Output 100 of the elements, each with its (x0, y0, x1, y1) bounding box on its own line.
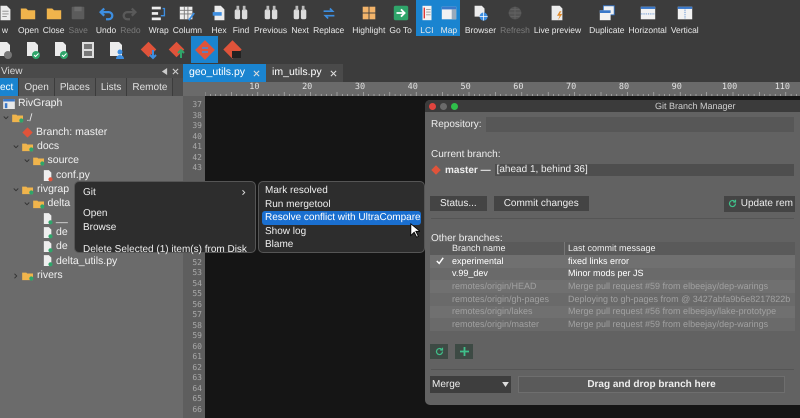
submenu-item[interactable]: Git (79, 185, 251, 199)
toolbar-button[interactable]: Column (170, 0, 204, 36)
toolbar-button[interactable]: Replace (311, 0, 346, 36)
menu-item[interactable]: Show log (262, 224, 421, 238)
ruler-number: 80 (618, 82, 630, 93)
menu-item[interactable]: Run mergetool (262, 198, 421, 211)
update-button[interactable]: Update rem (724, 196, 795, 212)
arrow-right-icon (392, 4, 410, 22)
add-button[interactable] (455, 344, 473, 360)
line-number: 53 (191, 268, 202, 278)
chevron-right-icon[interactable] (13, 272, 19, 279)
panel-tab[interactable]: Open (19, 78, 55, 96)
pin-icon[interactable] (161, 68, 168, 74)
git-branch-icon (22, 127, 33, 138)
toolbar-button[interactable]: Duplicate (587, 0, 627, 36)
toolbar-button[interactable]: LCI (416, 0, 438, 36)
panel-tab[interactable]: Lists (96, 78, 128, 96)
project-icon (3, 99, 15, 110)
chevron-down-icon[interactable] (24, 201, 30, 208)
toolbar-button[interactable]: Close (40, 0, 67, 36)
close-icon[interactable] (330, 70, 337, 76)
toolbar-button[interactable]: Next (289, 0, 312, 36)
tree-item[interactable]: delta (48, 196, 70, 212)
line-number: 40 (191, 132, 202, 142)
line-number: 66 (191, 404, 202, 415)
git-icon (138, 40, 158, 60)
close-icon[interactable] (253, 70, 260, 76)
tree-item[interactable]: source (48, 153, 80, 170)
tree-item[interactable]: rivers (37, 268, 63, 284)
toolbar-button[interactable]: Open (16, 0, 41, 36)
close-window-button[interactable] (429, 102, 436, 110)
tree-item[interactable]: RivGraph (18, 96, 62, 112)
menu-item[interactable]: Resolve conflict with UltraCompare (262, 211, 421, 224)
table-cell-text: v.99_dev (451, 267, 489, 280)
ruler-number: 30 (354, 82, 366, 93)
toolbar-button[interactable]: Live preview (532, 0, 584, 36)
tree-item[interactable]: rivgrap (37, 182, 70, 198)
line-number: 43 (191, 163, 202, 174)
tree-item[interactable]: __ (56, 210, 68, 226)
line-number: 42 (191, 152, 202, 163)
window-icon (638, 4, 657, 22)
column-header[interactable]: Last commit message (565, 242, 795, 255)
drop-zone[interactable]: Drag and drop branch here (518, 376, 785, 394)
toolbar-button[interactable]: Map (438, 0, 460, 36)
refresh-button[interactable] (430, 344, 448, 360)
panel-tab[interactable]: Places (54, 78, 96, 96)
close-icon[interactable] (172, 68, 179, 74)
line-number: 61 (191, 352, 202, 362)
toolbar-button[interactable]: Find (230, 0, 252, 36)
window-title: Git Branch Manager (655, 100, 736, 112)
toolbar-button[interactable]: Hex (208, 0, 230, 36)
dialog-button[interactable]: Status... (430, 196, 487, 211)
chevron-down-icon[interactable] (13, 144, 19, 150)
tree-item[interactable]: docs (37, 139, 60, 155)
minimize-window-button[interactable] (440, 102, 447, 110)
dialog-button[interactable]: Commit changes (494, 196, 589, 211)
editor-tab[interactable]: geo_utils.py (183, 64, 266, 82)
chevron-down-icon[interactable] (24, 158, 30, 164)
ruler-number: 70 (566, 82, 576, 93)
toolbar-button[interactable]: Horizontal (626, 0, 669, 36)
chevron-down-icon[interactable] (2, 115, 8, 122)
editor-tab[interactable]: im_utils.py (266, 64, 343, 82)
folder-icon (22, 142, 34, 152)
toolbar-button[interactable]: Browser (462, 0, 498, 36)
chevron-down-icon[interactable] (13, 186, 19, 193)
table-cell-text: Minor mods per JS (567, 267, 645, 280)
table-row[interactable]: experimental fixed links error (430, 255, 795, 268)
menu-item[interactable]: Blame (262, 238, 421, 252)
tree-item[interactable]: ./ (26, 110, 32, 126)
menu-item[interactable]: Browse (79, 221, 251, 235)
tree-item[interactable]: Branch: master (36, 124, 108, 141)
merge-dropdown[interactable]: Merge (430, 376, 511, 394)
refresh-icon (434, 347, 444, 356)
line-number: 60 (191, 342, 202, 352)
panel-tab[interactable]: ect (0, 78, 20, 96)
folder-icon (32, 199, 44, 210)
panel-tab[interactable]: Remote (127, 78, 174, 96)
tree-item[interactable]: de (56, 224, 68, 241)
menu-item[interactable]: Mark resolved (262, 184, 421, 198)
ruler-number: 100 (722, 82, 738, 93)
line-number: 52 (191, 258, 202, 268)
line-number: 62 (191, 362, 202, 373)
toolbar-button[interactable]: Previous (252, 0, 290, 36)
line-number: 59 (191, 331, 202, 342)
toolbar-button[interactable]: Highlight (350, 0, 388, 36)
toolbar-button[interactable]: Undo (94, 0, 118, 36)
toolbar-button[interactable]: Vertical (668, 0, 701, 36)
table-row[interactable]: v.99_dev Minor mods per JS (430, 268, 795, 280)
toolbar-button[interactable]: w (0, 0, 16, 36)
toolbar-button[interactable]: Go To (387, 0, 414, 36)
branch-name: master — (445, 164, 491, 178)
table-cell-text: experimental (451, 254, 505, 268)
toolbar-button[interactable]: Wrap (146, 0, 171, 36)
folder-icon (12, 113, 24, 124)
tree-item[interactable]: de (56, 239, 68, 255)
folder-icon (22, 184, 34, 195)
zoom-window-button[interactable] (451, 102, 458, 110)
mouse-cursor-icon (410, 223, 420, 238)
menu-item[interactable]: Open (79, 207, 251, 221)
tree-item[interactable]: conf.py (56, 168, 90, 184)
